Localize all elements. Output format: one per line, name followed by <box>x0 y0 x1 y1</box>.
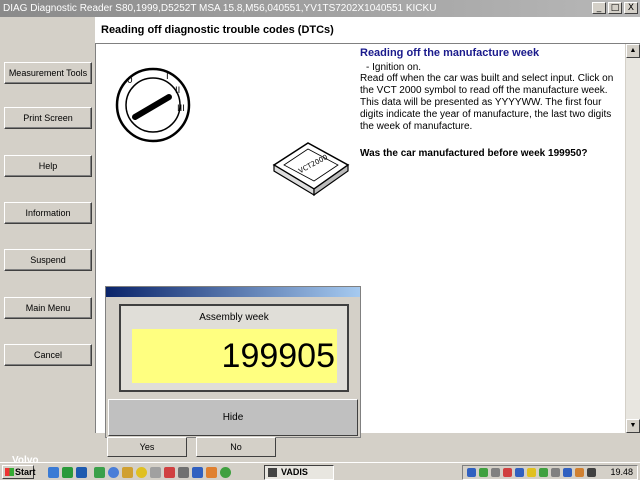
main-menu-button[interactable]: Main Menu <box>4 297 92 319</box>
tray-icon[interactable] <box>539 468 548 477</box>
assembly-week-dialog: Assembly week 199905 Hide <box>105 286 361 438</box>
taskbar: Start VADIS 19.48 <box>0 462 640 480</box>
clock: 19.48 <box>610 467 633 477</box>
ignition-switch-icon: 0 I II III <box>115 67 191 143</box>
desktop-icon[interactable] <box>48 467 59 478</box>
vct2000-device-icon[interactable]: VCT2000 <box>268 135 354 197</box>
page-title: Reading off diagnostic trouble codes (DT… <box>101 24 334 36</box>
info-question: Was the car manufactured before week 199… <box>360 148 588 159</box>
vertical-scrollbar[interactable]: ▲ ▼ <box>625 44 640 433</box>
explorer-icon[interactable] <box>76 467 87 478</box>
tray-icon[interactable] <box>491 468 500 477</box>
refresh-icon[interactable] <box>62 467 73 478</box>
tray-icon[interactable] <box>467 468 476 477</box>
svg-text:II: II <box>175 86 180 96</box>
information-button[interactable]: Information <box>4 202 92 224</box>
tools-icon[interactable] <box>150 467 161 478</box>
minimize-button[interactable]: _ <box>592 2 606 14</box>
app-icon[interactable] <box>94 467 105 478</box>
tray-icon[interactable] <box>563 468 572 477</box>
assembly-week-label: Assembly week <box>199 312 269 323</box>
assembly-week-panel: Assembly week 199905 <box>119 304 349 392</box>
svg-text:I: I <box>166 72 169 82</box>
window-controls: _ □ X <box>592 2 638 14</box>
svg-text:III: III <box>177 104 185 114</box>
windows-logo-icon <box>5 468 14 476</box>
firefox-icon[interactable] <box>206 467 217 478</box>
cancel-button[interactable]: Cancel <box>4 344 92 366</box>
measurement-tools-button[interactable]: Measurement Tools <box>4 62 92 84</box>
folder-icon[interactable] <box>122 467 133 478</box>
media-icon[interactable] <box>192 467 203 478</box>
browser-icon[interactable] <box>108 467 119 478</box>
suspend-button[interactable]: Suspend <box>4 249 92 271</box>
info-title: Reading off the manufacture week <box>360 47 540 59</box>
tray-icon[interactable] <box>515 468 524 477</box>
window-titlebar: DIAG Diagnostic Reader S80,1999,D5252T M… <box>0 0 640 17</box>
start-label: Start <box>15 467 36 477</box>
start-button[interactable]: Start <box>2 465 36 479</box>
svg-text:0: 0 <box>127 76 133 86</box>
hide-button[interactable]: Hide <box>108 399 358 436</box>
close-x-icon[interactable] <box>164 467 175 478</box>
watermark: Volvo <box>12 455 39 466</box>
network-icon[interactable] <box>178 467 189 478</box>
system-tray: 19.48 <box>462 465 638 480</box>
tray-icon[interactable] <box>479 468 488 477</box>
tray-icon[interactable] <box>575 468 584 477</box>
vadis-icon <box>268 468 277 477</box>
taskbar-item-vadis[interactable]: VADIS <box>264 465 334 480</box>
scroll-up-arrow-icon[interactable]: ▲ <box>626 44 640 58</box>
help-button[interactable]: Help <box>4 155 92 177</box>
tray-icon[interactable] <box>503 468 512 477</box>
maximize-button[interactable]: □ <box>608 2 622 14</box>
window-title: DIAG Diagnostic Reader S80,1999,D5252T M… <box>3 3 437 14</box>
assembly-week-value: 199905 <box>132 329 337 383</box>
taskbar-item-label: VADIS <box>281 467 308 477</box>
close-button[interactable]: X <box>624 2 638 14</box>
dialog-titlebar[interactable] <box>106 287 360 297</box>
scroll-down-arrow-icon[interactable]: ▼ <box>626 419 640 433</box>
no-button[interactable]: No <box>196 437 276 457</box>
tray-icon[interactable] <box>551 468 560 477</box>
chrome-icon[interactable] <box>220 467 231 478</box>
print-screen-button[interactable]: Print Screen <box>4 107 92 129</box>
smiley-icon[interactable] <box>136 467 147 478</box>
info-bullet: - Ignition on. <box>366 62 422 73</box>
yes-button[interactable]: Yes <box>107 437 187 457</box>
info-body: Read off when the car was built and sele… <box>360 73 614 132</box>
page-header: Reading off diagnostic trouble codes (DT… <box>95 17 640 44</box>
tray-icon[interactable] <box>527 468 536 477</box>
volume-icon[interactable] <box>587 468 596 477</box>
